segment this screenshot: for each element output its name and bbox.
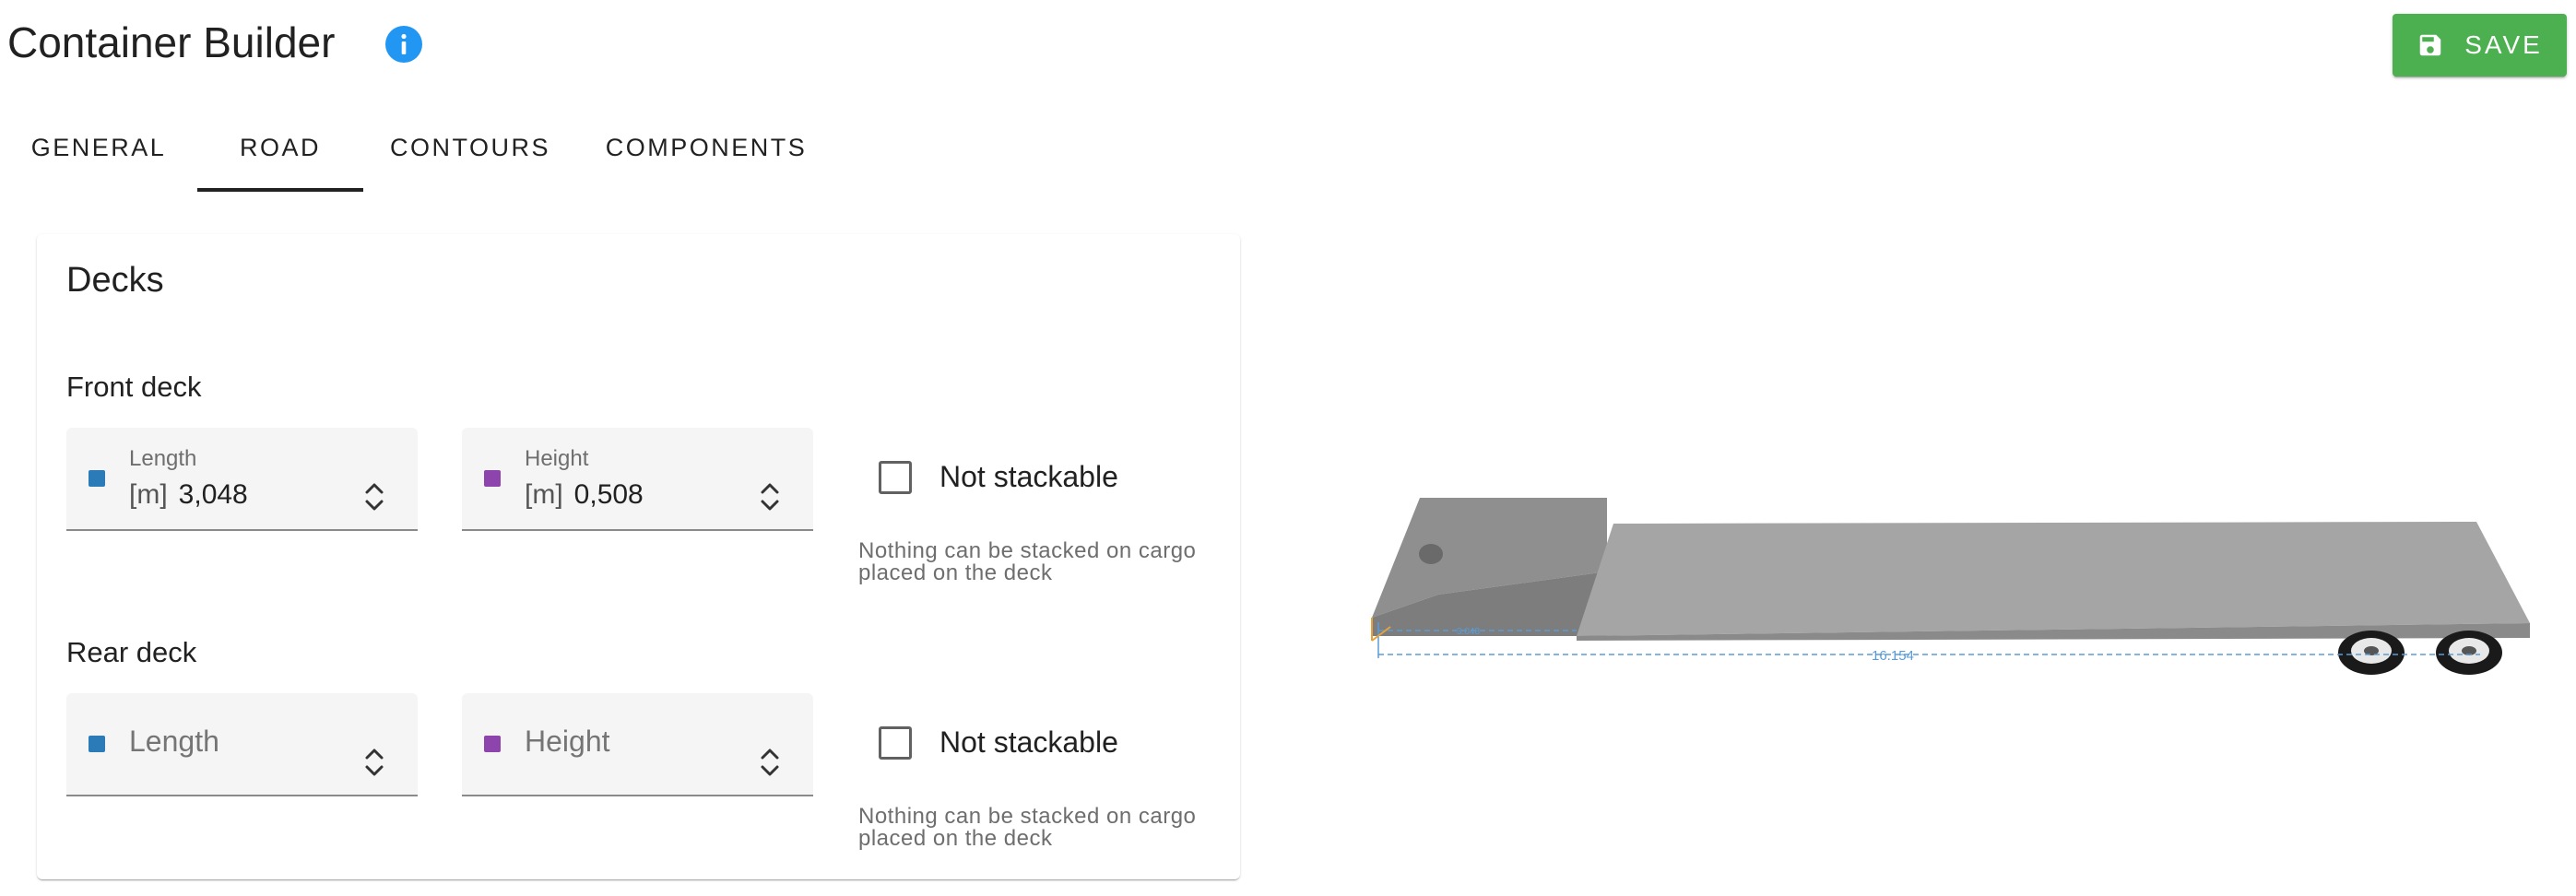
front-height-value: 0,508	[573, 479, 644, 510]
rear-deck-length-field[interactable]: Length	[66, 693, 418, 796]
rear-deck-label: Rear deck	[66, 636, 197, 668]
length-color-swatch	[89, 470, 105, 487]
front-height-stepper-icon[interactable]	[758, 478, 782, 515]
total-length-dimension-label: 16.154	[1872, 648, 1914, 664]
rear-wheel-2	[2436, 631, 2502, 675]
front-length-stepper-icon[interactable]	[362, 478, 386, 515]
container-builder-page: Container Builder SAVE GENERAL ROAD CONT…	[0, 0, 2576, 896]
front-length-dimension-label: 3.048	[1457, 627, 1480, 637]
front-deck-label: Front deck	[66, 371, 202, 403]
tab-contours[interactable]: CONTOURS	[363, 103, 577, 192]
tab-components[interactable]: COMPONENTS	[577, 103, 835, 192]
height-color-swatch	[484, 470, 501, 487]
rear-wheel-1	[2338, 631, 2405, 675]
save-button-label: SAVE	[2464, 30, 2543, 59]
kingpin-marker	[1419, 544, 1443, 564]
rear-height-stepper-icon[interactable]	[758, 744, 782, 781]
page-title: Container Builder	[7, 18, 336, 66]
front-height-label: Height	[525, 446, 589, 471]
rear-length-placeholder: Length	[129, 725, 219, 758]
front-height-unit: [m]	[525, 479, 563, 510]
front-length-value-row: [m] 3,048	[129, 479, 248, 511]
rear-length-stepper-icon[interactable]	[362, 744, 386, 781]
front-deck-height-field[interactable]: Height [m] 0,508	[462, 428, 813, 531]
tab-bar: GENERAL ROAD CONTOURS COMPONENTS	[0, 103, 835, 192]
rear-not-stackable-helper: Nothing can be stacked on cargo placed o…	[858, 804, 1197, 851]
checkbox-box[interactable]	[879, 460, 912, 494]
front-not-stackable-helper: Nothing can be stacked on cargo placed o…	[858, 538, 1197, 585]
rear-height-placeholder: Height	[525, 725, 610, 758]
main-deck-top	[1577, 522, 2530, 636]
front-length-label: Length	[129, 446, 197, 471]
trailer-3d-preview[interactable]: 3.048 16.154	[1346, 461, 2545, 701]
checkbox-box[interactable]	[879, 725, 912, 760]
floppy-disk-icon	[2419, 34, 2441, 56]
front-deck-length-field[interactable]: Length [m] 3,048	[66, 428, 418, 531]
tab-general[interactable]: GENERAL	[0, 103, 197, 192]
info-icon[interactable]	[385, 26, 422, 63]
rear-deck-height-field[interactable]: Height	[462, 693, 813, 796]
front-not-stackable-label: Not stackable	[939, 460, 1118, 493]
save-button[interactable]: SAVE	[2393, 14, 2567, 77]
front-height-value-row: [m] 0,508	[525, 479, 644, 511]
length-color-swatch	[89, 736, 105, 752]
front-length-value: 3,048	[178, 479, 248, 510]
front-not-stackable-checkbox[interactable]: Not stackable	[879, 460, 1118, 494]
front-length-unit: [m]	[129, 479, 168, 510]
decks-card: Decks Front deck Length [m] 3,048 Height …	[37, 234, 1240, 879]
tab-road[interactable]: ROAD	[197, 103, 363, 192]
decks-title: Decks	[66, 261, 164, 300]
height-color-swatch	[484, 736, 501, 752]
rear-not-stackable-checkbox[interactable]: Not stackable	[879, 725, 1118, 760]
rear-not-stackable-label: Not stackable	[939, 725, 1118, 759]
